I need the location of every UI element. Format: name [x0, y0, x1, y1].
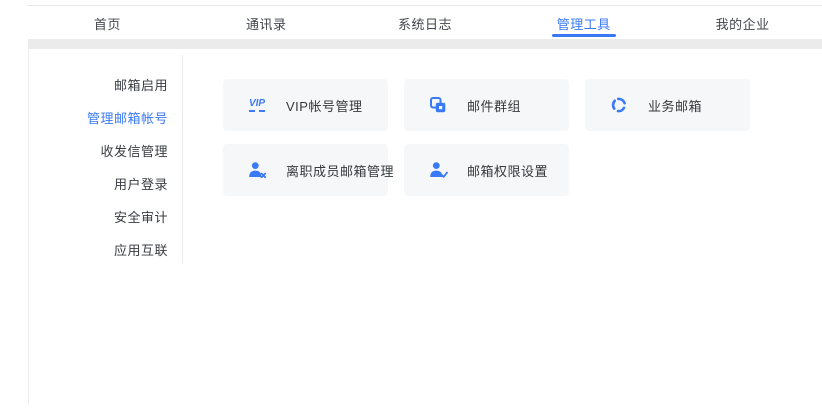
tab-contacts-label: 通讯录 [246, 14, 287, 33]
sidebar-item-label: 应用互联 [114, 240, 168, 259]
card-business-mailbox[interactable]: 业务邮箱 [585, 79, 750, 131]
tab-system-log-label: 系统日志 [398, 14, 452, 33]
sync-circle-icon [607, 96, 631, 114]
nav-divider-band [28, 39, 822, 49]
tab-contacts[interactable]: 通讯录 [187, 6, 346, 40]
user-remove-icon [245, 161, 269, 179]
card-label: 离职成员邮箱管理 [286, 161, 394, 180]
sidebar-item-security-audit[interactable]: 安全审计 [29, 200, 182, 233]
card-label: 邮箱权限设置 [467, 161, 548, 180]
tab-home[interactable]: 首页 [28, 6, 187, 40]
card-label: VIP帐号管理 [286, 96, 362, 115]
active-tab-underline [552, 34, 616, 37]
card-mailbox-permission[interactable]: 邮箱权限设置 [404, 144, 569, 196]
sidebar-item-send-receive-management[interactable]: 收发信管理 [29, 134, 182, 167]
card-label: 邮件群组 [467, 96, 521, 115]
tab-system-log[interactable]: 系统日志 [346, 6, 505, 40]
sidebar-item-manage-mailbox-accounts[interactable]: 管理邮箱帐号 [29, 101, 182, 134]
card-label: 业务邮箱 [648, 96, 702, 115]
admin-console-page: 首页 通讯录 系统日志 管理工具 我的企业 邮箱启用 管理邮箱帐号 收发信管理 [0, 0, 822, 409]
top-nav: 首页 通讯录 系统日志 管理工具 我的企业 [28, 5, 822, 40]
card-mail-group[interactable]: 邮件群组 [404, 79, 569, 131]
tab-home-label: 首页 [94, 14, 121, 33]
tab-admin-tools-label: 管理工具 [557, 14, 611, 33]
sidebar: 邮箱启用 管理邮箱帐号 收发信管理 用户登录 安全审计 应用互联 [29, 55, 183, 263]
sidebar-item-label: 管理邮箱帐号 [87, 108, 168, 127]
sidebar-item-label: 邮箱启用 [114, 75, 168, 94]
content-area: 邮箱启用 管理邮箱帐号 收发信管理 用户登录 安全审计 应用互联 VIP [28, 49, 822, 405]
tab-admin-tools[interactable]: 管理工具 [504, 6, 663, 40]
vip-icon-text: VIP [249, 99, 265, 112]
mail-group-icon [426, 96, 450, 114]
sidebar-item-label: 收发信管理 [100, 141, 168, 160]
tab-my-enterprise-label: 我的企业 [716, 14, 770, 33]
sidebar-item-app-integration[interactable]: 应用互联 [29, 233, 182, 266]
tool-card-grid: VIP VIP帐号管理 邮件群组 [223, 79, 750, 196]
sidebar-item-label: 用户登录 [114, 174, 168, 193]
card-resigned-member-mailbox[interactable]: 离职成员邮箱管理 [223, 144, 388, 196]
sidebar-item-user-login[interactable]: 用户登录 [29, 167, 182, 200]
vip-icon: VIP [245, 99, 269, 112]
sidebar-item-label: 安全审计 [114, 207, 168, 226]
tab-my-enterprise[interactable]: 我的企业 [663, 6, 822, 40]
sidebar-item-mailbox-enable[interactable]: 邮箱启用 [29, 68, 182, 101]
card-vip-account-management[interactable]: VIP VIP帐号管理 [223, 79, 388, 131]
user-check-icon [426, 161, 450, 179]
